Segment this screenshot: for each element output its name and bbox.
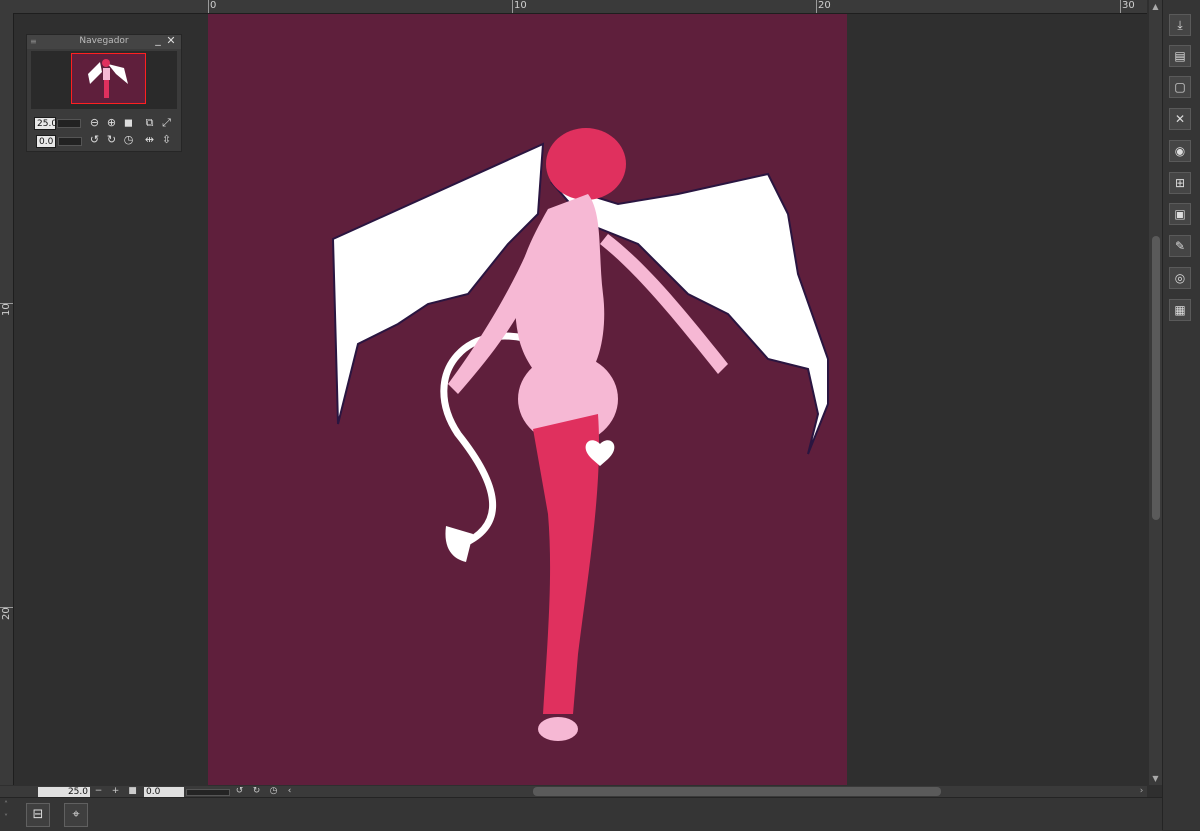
ruler-label: 20 <box>1 607 12 620</box>
status-zoom-in-button[interactable]: + <box>110 786 121 797</box>
canvas-icon[interactable]: ▢ <box>1169 76 1191 98</box>
collapse-up-icon[interactable]: ˄ <box>4 800 8 809</box>
scroll-up-icon[interactable]: ▲ <box>1150 2 1161 12</box>
rotate-left-icon[interactable]: ↺ <box>234 786 245 797</box>
collapse-down-icon[interactable]: ˅ <box>4 813 8 822</box>
status-rotation-slider[interactable] <box>186 789 230 796</box>
stop-icon[interactable]: ◼ <box>122 116 135 129</box>
ruler-label: 10 <box>1 303 12 316</box>
camera-icon[interactable]: ◉ <box>1169 140 1191 162</box>
scroll-left-icon[interactable]: ‹ <box>284 786 295 797</box>
rotate-left-icon[interactable]: ↺ <box>88 133 101 146</box>
ruler-top: 0 10 20 30 <box>0 0 1147 14</box>
scroll-down-icon[interactable]: ▼ <box>1150 774 1161 784</box>
frame-icon[interactable]: ▣ <box>1169 203 1191 225</box>
scroll-right-icon[interactable]: › <box>1136 786 1147 797</box>
status-zoom-out-button[interactable]: − <box>93 786 104 797</box>
status-rotation-field[interactable]: 0.0 <box>144 787 184 797</box>
stop-icon[interactable]: ■ <box>127 786 138 797</box>
target-icon[interactable]: ⌖ <box>64 803 88 827</box>
hair <box>546 128 626 200</box>
tail-tip <box>445 526 473 562</box>
snapshot-icon[interactable]: ◎ <box>1169 267 1191 289</box>
zoom-in-icon[interactable]: ⊕ <box>105 116 118 129</box>
flip-horizontal-icon[interactable]: ⇹ <box>143 133 156 146</box>
ruler-label: 0 <box>210 0 217 11</box>
ruler-left: 10 20 <box>0 13 14 785</box>
ruler-label: 30 <box>1122 0 1135 11</box>
tail <box>440 332 547 548</box>
bottom-toolbar <box>0 797 1162 831</box>
rotate-right-icon[interactable]: ↻ <box>105 133 118 146</box>
grid-icon[interactable]: ▦ <box>1169 299 1191 321</box>
transform-icon[interactable]: ⊞ <box>1169 172 1191 194</box>
fit-window-icon[interactable]: ⤢ <box>160 116 173 129</box>
right-stocking <box>533 414 599 714</box>
reset-rotation-icon[interactable]: ◷ <box>268 786 279 797</box>
illustration <box>331 128 829 741</box>
minimize-icon[interactable]: _ <box>153 34 163 47</box>
ruler-label: 10 <box>514 0 527 11</box>
zoom-slider[interactable] <box>57 119 81 128</box>
close-icon[interactable]: ✕ <box>165 35 177 47</box>
foot <box>538 717 578 741</box>
zoom-out-icon[interactable]: ⊖ <box>88 116 101 129</box>
edit-icon[interactable]: ✎ <box>1169 235 1191 257</box>
navigator-view-rect[interactable] <box>71 53 146 104</box>
close-file-icon[interactable]: ✕ <box>1169 108 1191 130</box>
layer-icon[interactable]: ▤ <box>1169 45 1191 67</box>
vertical-scroll-thumb[interactable] <box>1152 236 1160 520</box>
zoom-field[interactable]: 25.0 <box>34 117 57 130</box>
panel-toggle-icon[interactable]: ⊟ <box>26 803 50 827</box>
navigator-thumbnail <box>88 59 128 98</box>
ruler-label: 20 <box>818 0 831 11</box>
artboard[interactable] <box>208 14 847 785</box>
rotation-field[interactable]: 0.0 <box>36 135 56 148</box>
flip-vertical-icon[interactable]: ⇳ <box>160 133 173 146</box>
fit-page-icon[interactable]: ⧉ <box>143 116 156 129</box>
rotate-right-icon[interactable]: ↻ <box>251 786 262 797</box>
rotation-slider[interactable] <box>58 137 82 146</box>
import-icon[interactable]: ⤓ <box>1169 14 1191 36</box>
horizontal-scroll-thumb[interactable] <box>533 787 941 796</box>
status-zoom-field[interactable]: 25.0 <box>38 787 90 797</box>
reset-rotation-icon[interactable]: ◷ <box>122 133 135 146</box>
